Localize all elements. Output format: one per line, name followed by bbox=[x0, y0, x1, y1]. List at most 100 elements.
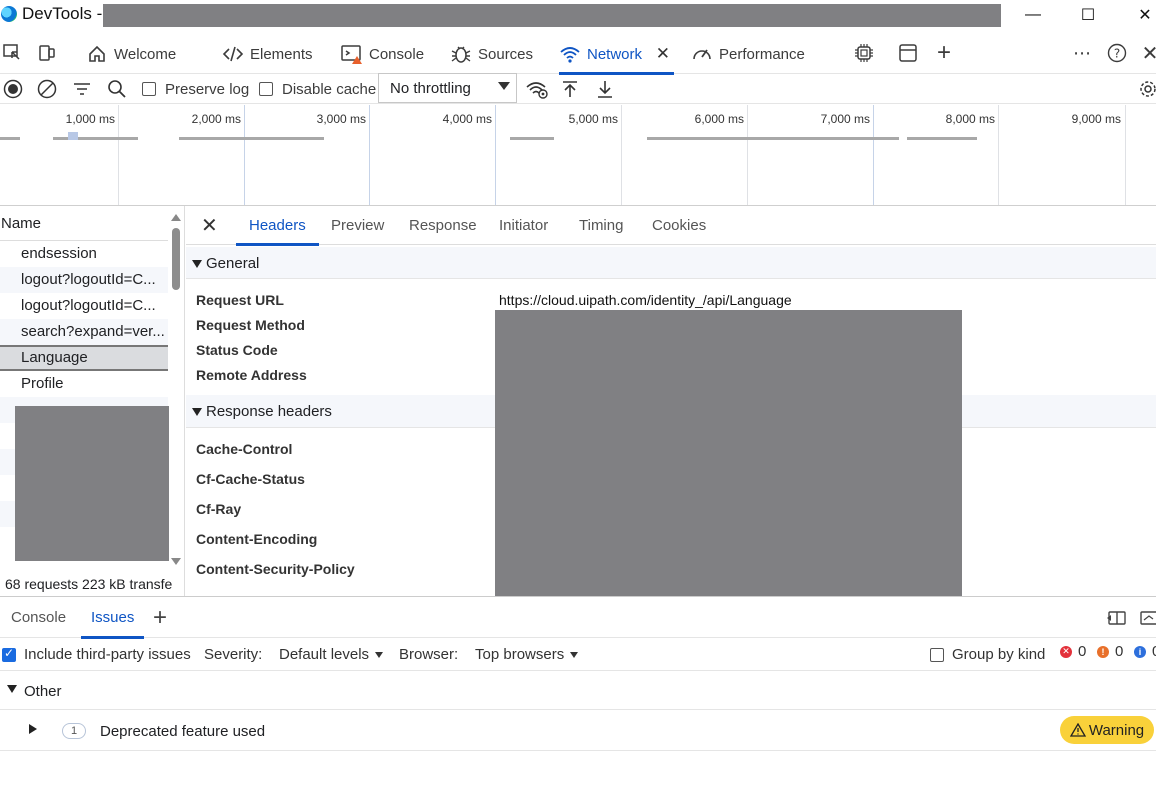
scrollbar-thumb[interactable] bbox=[172, 228, 180, 290]
checkbox-box[interactable] bbox=[142, 82, 156, 96]
header-name: Request Method bbox=[196, 317, 305, 333]
warning-count[interactable]: ! 0 bbox=[1097, 643, 1123, 660]
tab-label: Network bbox=[587, 45, 643, 63]
drawer-tab-console[interactable]: Console bbox=[11, 597, 66, 638]
checkbox-box[interactable] bbox=[930, 647, 944, 662]
timeline-request-bar bbox=[907, 137, 977, 140]
tab-preview[interactable]: Preview bbox=[331, 206, 384, 245]
timeline-request-bar bbox=[179, 137, 324, 140]
bug-icon bbox=[450, 43, 472, 65]
browser-value: Top browsers bbox=[475, 646, 565, 663]
list-item[interactable]: search?expand=ver... bbox=[0, 319, 168, 345]
minimize-button[interactable]: — bbox=[1010, 0, 1056, 30]
list-item[interactable]: Profile bbox=[0, 371, 168, 397]
drawer-tab-bar: Console Issues + bbox=[0, 596, 1156, 639]
tab-initiator[interactable]: Initiator bbox=[499, 206, 548, 245]
throttling-select[interactable]: No throttling bbox=[378, 73, 517, 103]
error-count-value: 0 bbox=[1078, 643, 1087, 660]
list-item[interactable]: logout?logoutId=C... bbox=[0, 267, 168, 293]
memory-chip-icon[interactable] bbox=[853, 42, 875, 64]
dock-drawer-icon[interactable] bbox=[1106, 597, 1128, 638]
redacted-header-values bbox=[495, 310, 962, 596]
timeline-gridline bbox=[1125, 105, 1126, 205]
general-section-header[interactable]: General bbox=[186, 247, 1156, 279]
include-third-party-checkbox[interactable]: Include third-party issues bbox=[2, 646, 191, 663]
issue-group-title: Other bbox=[24, 683, 62, 700]
group-by-kind-checkbox[interactable]: Group by kind bbox=[930, 646, 1045, 663]
application-panel-icon[interactable] bbox=[897, 42, 919, 64]
checkbox-box[interactable] bbox=[259, 82, 273, 96]
timeline-gridline bbox=[873, 105, 874, 205]
timeline-request-bar bbox=[53, 137, 138, 140]
close-details-icon[interactable]: ✕ bbox=[201, 216, 219, 236]
tab-performance[interactable]: Performance bbox=[691, 34, 805, 74]
tab-cookies[interactable]: Cookies bbox=[652, 206, 706, 245]
maximize-button[interactable]: ☐ bbox=[1065, 0, 1111, 30]
tab-headers[interactable]: Headers bbox=[236, 206, 319, 246]
error-count[interactable]: ✕ 0 bbox=[1060, 643, 1086, 660]
import-har-icon[interactable] bbox=[560, 78, 580, 100]
timeline-gridline bbox=[495, 105, 496, 205]
severity-select[interactable]: Default levels bbox=[279, 646, 384, 663]
browser-select[interactable]: Top browsers bbox=[475, 646, 579, 663]
network-overview-timeline[interactable]: 1,000 ms 2,000 ms 3,000 ms 4,000 ms 5,00… bbox=[0, 105, 1156, 206]
header-name: Cache-Control bbox=[196, 441, 293, 457]
close-drawer-icon[interactable] bbox=[1140, 597, 1156, 638]
devtools-tab-bar: Welcome Elements Console Sources Network… bbox=[0, 34, 1156, 75]
timeline-gridline bbox=[747, 105, 748, 205]
record-icon[interactable] bbox=[2, 78, 24, 100]
timeline-label: 9,000 ms bbox=[1071, 112, 1121, 126]
search-icon[interactable] bbox=[107, 78, 127, 100]
list-item-selected[interactable]: Language bbox=[0, 345, 168, 371]
scroll-down-arrow-icon[interactable] bbox=[171, 558, 181, 565]
more-options-icon[interactable]: ⋯ bbox=[1071, 42, 1093, 64]
help-icon[interactable]: ? bbox=[1106, 42, 1128, 64]
export-har-icon[interactable] bbox=[595, 78, 615, 100]
redacted-title-area bbox=[103, 4, 1001, 27]
timeline-label: 6,000 ms bbox=[694, 112, 744, 126]
list-item[interactable]: endsession bbox=[0, 241, 168, 267]
network-settings-gear-icon[interactable] bbox=[1138, 78, 1156, 100]
inspect-element-icon[interactable] bbox=[1, 42, 23, 64]
info-count[interactable]: i 0 bbox=[1134, 643, 1156, 660]
browser-label: Browser: bbox=[399, 646, 459, 663]
add-drawer-tab-icon[interactable]: + bbox=[153, 597, 167, 638]
issue-row[interactable]: 1 Deprecated feature used Warning bbox=[0, 711, 1156, 751]
warning-count-value: 0 bbox=[1115, 643, 1124, 660]
severity-label: Severity: bbox=[204, 646, 263, 663]
issue-title: Deprecated feature used bbox=[100, 723, 266, 740]
tab-timing[interactable]: Timing bbox=[579, 206, 623, 245]
add-tab-icon[interactable]: + bbox=[933, 39, 955, 66]
list-item[interactable]: logout?logoutId=C... bbox=[0, 293, 168, 319]
network-conditions-icon[interactable] bbox=[525, 78, 549, 100]
name-column-header[interactable]: Name bbox=[0, 206, 168, 241]
tab-network[interactable]: Network ✕ bbox=[559, 34, 675, 75]
checkbox-box[interactable] bbox=[2, 646, 16, 662]
filter-icon[interactable] bbox=[72, 78, 92, 100]
header-name: Cf-Cache-Status bbox=[196, 471, 305, 487]
issue-group-other[interactable]: Other bbox=[0, 672, 1156, 710]
timeline-gridline bbox=[244, 105, 245, 205]
tab-console[interactable]: Console bbox=[341, 34, 424, 74]
include-third-party-label: Include third-party issues bbox=[24, 646, 191, 663]
disable-cache-checkbox[interactable]: Disable cache bbox=[259, 78, 376, 100]
expand-triangle-icon bbox=[192, 408, 202, 416]
close-devtools-icon[interactable]: ✕ bbox=[1139, 42, 1156, 65]
timeline-request-bar bbox=[510, 137, 554, 140]
tab-sources[interactable]: Sources bbox=[450, 34, 533, 74]
tab-elements[interactable]: Elements bbox=[222, 34, 313, 74]
preserve-log-label: Preserve log bbox=[165, 80, 250, 98]
scroll-up-arrow-icon[interactable] bbox=[171, 214, 181, 221]
close-tab-icon[interactable]: ✕ bbox=[656, 44, 670, 64]
device-toolbar-icon[interactable] bbox=[36, 42, 58, 64]
header-name: Content-Security-Policy bbox=[196, 561, 355, 577]
drawer-tab-issues[interactable]: Issues bbox=[80, 597, 145, 639]
close-window-button[interactable]: ✕ bbox=[1122, 0, 1156, 30]
preserve-log-checkbox[interactable]: Preserve log bbox=[142, 78, 249, 100]
request-list-scrollbar[interactable] bbox=[170, 206, 182, 565]
header-name: Status Code bbox=[196, 342, 278, 358]
tab-response[interactable]: Response bbox=[409, 206, 477, 245]
console-warning-icon bbox=[341, 43, 363, 65]
clear-icon[interactable] bbox=[36, 78, 58, 100]
tab-welcome[interactable]: Welcome bbox=[86, 34, 176, 74]
